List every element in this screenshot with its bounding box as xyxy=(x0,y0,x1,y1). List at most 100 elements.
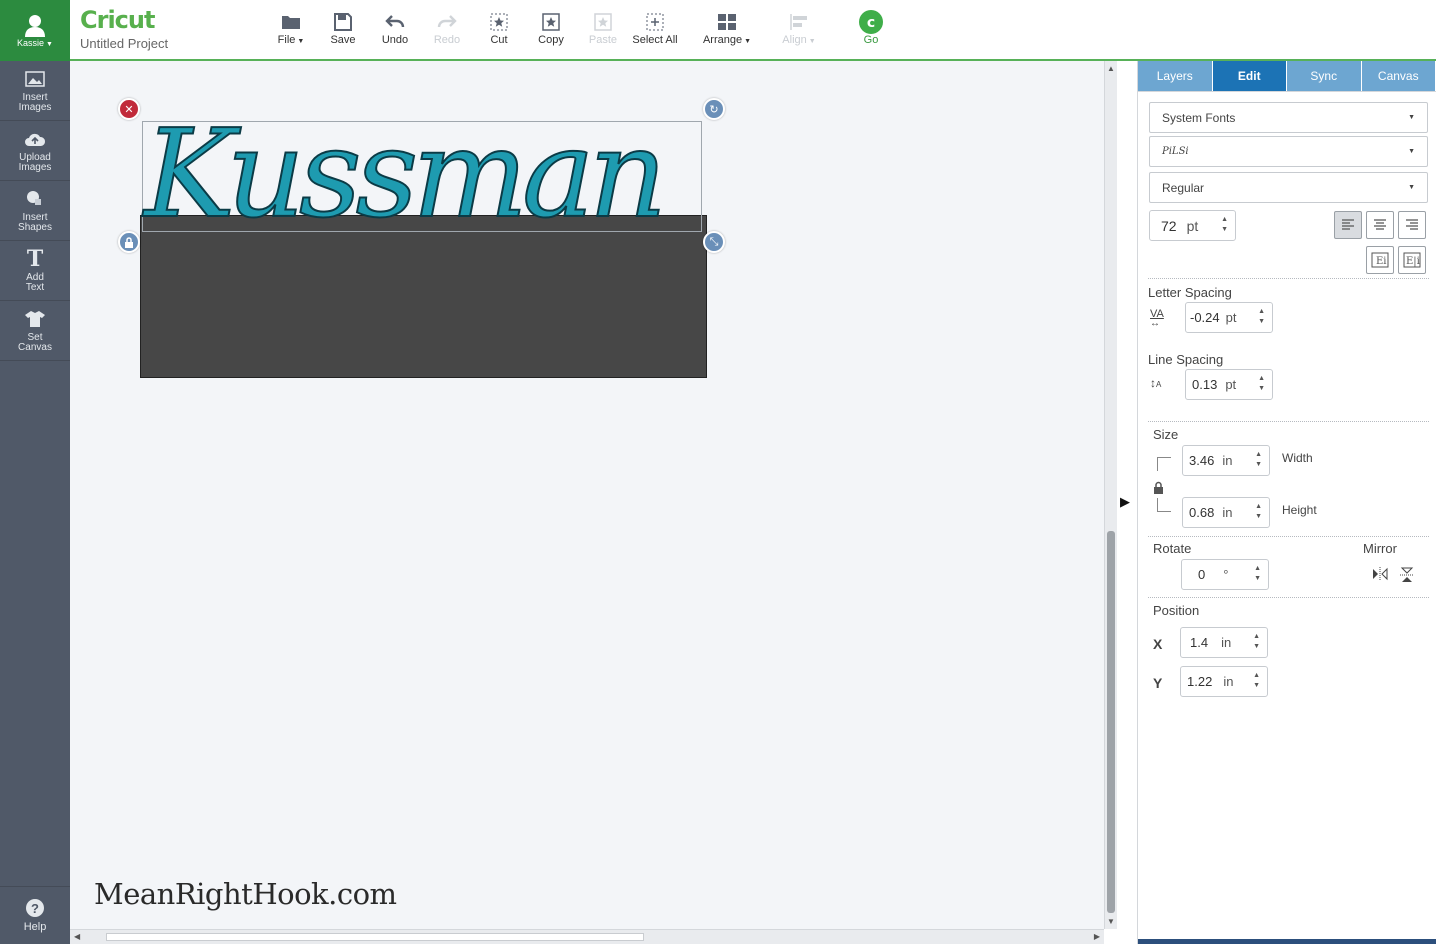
file-button[interactable]: File ▼ xyxy=(265,10,317,46)
panel-toggle-icon[interactable]: ▶ xyxy=(1120,494,1130,510)
stepper-icon[interactable]: ▲ ▼ xyxy=(1255,502,1262,522)
cricut-logo: Cricut xyxy=(80,6,155,34)
tab-sync[interactable]: Sync xyxy=(1287,61,1362,91)
scroll-left-icon[interactable]: ◀ xyxy=(74,932,80,941)
text-kerning-button[interactable]: E|i xyxy=(1398,246,1426,274)
cut-button[interactable]: Cut xyxy=(473,10,525,46)
design-canvas[interactable]: Kussman ✕ ↻ ⤡ MeanRightHook.com xyxy=(70,61,1104,929)
help-icon: ? xyxy=(26,899,44,917)
redo-label: Redo xyxy=(433,34,461,46)
align-left-button[interactable] xyxy=(1334,211,1362,239)
letter-spacing-input[interactable]: -0.24 pt ▲ ▼ xyxy=(1185,302,1273,333)
width-input[interactable]: 3.46 in ▲ ▼ xyxy=(1182,445,1270,476)
mirror-horizontal-icon[interactable] xyxy=(1372,567,1388,584)
stepper-icon[interactable]: ▲ ▼ xyxy=(1253,671,1260,691)
sidebar-item-label: Add xyxy=(26,271,44,283)
position-x-input[interactable]: 1.4 in ▲ ▼ xyxy=(1180,627,1268,658)
arrange-label: Arrange xyxy=(702,34,743,46)
scroll-down-icon[interactable]: ▼ xyxy=(1107,917,1115,926)
align-right-button[interactable] xyxy=(1398,211,1426,239)
stepper-icon[interactable]: ▲ ▼ xyxy=(1221,215,1228,235)
select-all-label: Select All xyxy=(632,34,678,46)
chevron-down-icon: ▼ xyxy=(1408,148,1415,155)
brand: Cricut Untitled Project xyxy=(80,6,168,51)
copy-button[interactable]: Copy xyxy=(525,10,577,46)
arrange-button[interactable]: Arrange ▼ xyxy=(701,10,753,46)
horizontal-scroll-thumb[interactable] xyxy=(106,933,644,941)
cut-icon xyxy=(489,10,509,34)
sidebar-item-label: Set xyxy=(27,331,43,343)
sidebar-item-insert-shapes[interactable]: Insert Shapes xyxy=(0,181,70,241)
sidebar-item-label: Text xyxy=(25,281,45,293)
paste-label: Paste xyxy=(588,34,618,46)
height-input[interactable]: 0.68 in ▲ ▼ xyxy=(1182,497,1270,528)
position-y-value: 1.22 xyxy=(1187,674,1213,689)
svg-text:E|i: E|i xyxy=(1406,256,1420,267)
scroll-right-icon[interactable]: ▶ xyxy=(1094,932,1100,941)
rotate-handle[interactable]: ↻ xyxy=(703,98,725,120)
redo-button[interactable]: Redo xyxy=(421,10,473,46)
mirror-vertical-icon[interactable] xyxy=(1400,567,1414,586)
delete-handle[interactable]: ✕ xyxy=(118,98,140,120)
stepper-icon[interactable]: ▲ ▼ xyxy=(1255,450,1262,470)
sidebar-item-insert-images[interactable]: Insert Images xyxy=(0,61,70,121)
font-size-value: 72 xyxy=(1161,217,1177,234)
lock-handle[interactable] xyxy=(118,231,140,253)
undo-button[interactable]: Undo xyxy=(369,10,421,46)
undo-label: Undo xyxy=(381,34,409,46)
divider xyxy=(1148,597,1429,598)
go-button[interactable]: c Go xyxy=(845,10,897,46)
select-all-button[interactable]: Select All xyxy=(629,10,681,46)
sidebar-item-label: Images xyxy=(18,161,52,173)
font-select[interactable]: PiLSi ▼ xyxy=(1149,136,1428,167)
tab-layers[interactable]: Layers xyxy=(1138,61,1213,91)
width-unit: in xyxy=(1222,453,1233,468)
shapes-icon xyxy=(24,189,46,209)
undo-icon xyxy=(385,10,405,34)
letter-spacing-value: -0.24 xyxy=(1190,310,1220,325)
copy-label: Copy xyxy=(538,34,564,46)
user-menu[interactable]: Kassie ▼ xyxy=(0,0,70,61)
stepper-icon[interactable]: ▲ ▼ xyxy=(1258,374,1265,394)
tab-edit[interactable]: Edit xyxy=(1212,61,1287,91)
align-center-button[interactable] xyxy=(1366,211,1394,239)
font-source-select[interactable]: System Fonts ▼ xyxy=(1149,102,1428,133)
paste-button[interactable]: Paste xyxy=(577,10,629,46)
resize-handle[interactable]: ⤡ xyxy=(703,231,725,253)
canvas-text-object[interactable]: Kussman xyxy=(143,102,668,246)
position-y-input[interactable]: 1.22 in ▲ ▼ xyxy=(1180,666,1268,697)
text-kerning-icon: E|i xyxy=(1403,252,1421,268)
tab-canvas[interactable]: Canvas xyxy=(1361,61,1436,91)
rotate-input[interactable]: 0 ° ▲ ▼ xyxy=(1181,559,1269,590)
sidebar-item-label: Insert xyxy=(22,211,48,223)
sidebar-item-add-text[interactable]: T Add Text xyxy=(0,241,70,301)
vertical-scrollbar[interactable]: ▲ ▼ xyxy=(1104,61,1117,929)
sidebar-item-upload-images[interactable]: Upload Images xyxy=(0,121,70,181)
stepper-icon[interactable]: ▲ ▼ xyxy=(1253,632,1260,652)
cut-label: Cut xyxy=(490,34,508,46)
vertical-scroll-thumb[interactable] xyxy=(1107,531,1115,913)
stepper-icon[interactable]: ▲ ▼ xyxy=(1254,564,1261,584)
sidebar-item-set-canvas[interactable]: Set Canvas xyxy=(0,301,70,361)
divider xyxy=(1148,421,1429,422)
align-button[interactable]: Align ▼ xyxy=(773,10,825,46)
project-title[interactable]: Untitled Project xyxy=(80,36,168,51)
save-icon xyxy=(334,10,352,34)
align-center-icon xyxy=(1374,219,1386,230)
line-spacing-input[interactable]: 0.13 pt ▲ ▼ xyxy=(1185,369,1273,400)
close-icon: ✕ xyxy=(124,103,134,116)
help-button[interactable]: ? Help xyxy=(0,886,70,944)
font-size-input[interactable]: 72 pt ▲ ▼ xyxy=(1149,210,1236,241)
scroll-up-icon[interactable]: ▲ xyxy=(1107,64,1115,73)
rotate-icon: ↻ xyxy=(709,103,719,116)
text-spacing-button[interactable]: Ei xyxy=(1366,246,1394,274)
lock-icon xyxy=(125,236,133,248)
lock-icon[interactable] xyxy=(1153,481,1164,497)
save-button[interactable]: Save xyxy=(317,10,369,46)
font-style-select[interactable]: Regular ▼ xyxy=(1149,172,1428,203)
image-icon xyxy=(24,69,46,89)
stepper-icon[interactable]: ▲ ▼ xyxy=(1258,307,1265,327)
file-label: File xyxy=(277,34,296,46)
align-right-icon xyxy=(1406,219,1418,230)
horizontal-scrollbar[interactable]: ◀ ▶ xyxy=(70,929,1104,944)
